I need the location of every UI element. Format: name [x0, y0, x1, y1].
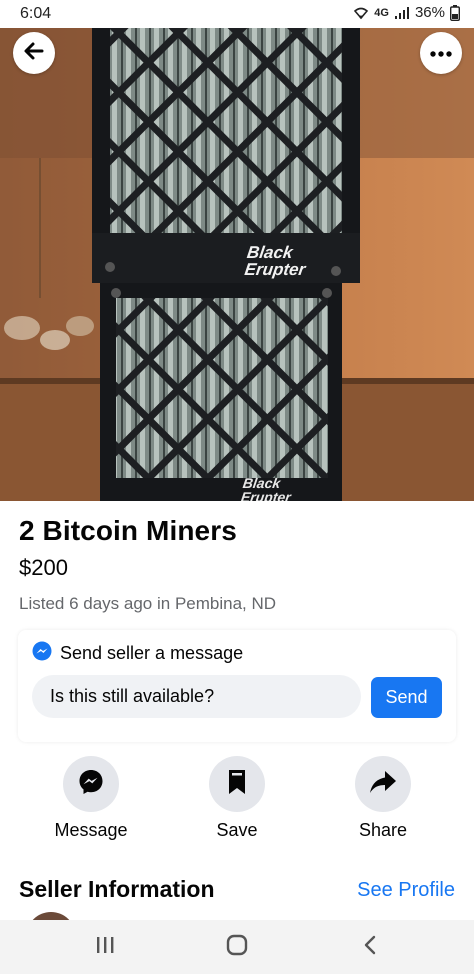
message-action[interactable]: Message: [36, 756, 146, 841]
home-button[interactable]: [217, 932, 257, 962]
system-back-button[interactable]: [350, 932, 390, 962]
share-action-circle[interactable]: [355, 756, 411, 812]
listing-title: 2 Bitcoin Miners: [19, 515, 237, 546]
recent-apps-button[interactable]: [85, 932, 125, 962]
messenger-icon: [77, 768, 105, 801]
message-action-circle[interactable]: [63, 756, 119, 812]
battery-icon: [450, 4, 460, 21]
save-action-label: Save: [216, 820, 258, 840]
see-profile-link[interactable]: See Profile: [357, 879, 455, 902]
listing-price: $200: [19, 555, 68, 580]
message-card-header: Send seller a message: [32, 641, 243, 666]
listing-meta: Listed 6 days ago in Pembina, ND: [19, 594, 277, 613]
status-time: 6:04: [20, 5, 52, 22]
message-action-label: Message: [54, 820, 128, 840]
recent-apps-icon: [95, 936, 115, 959]
message-card-title: Send seller a message: [60, 643, 244, 663]
message-input[interactable]: [32, 675, 361, 718]
home-icon: [226, 934, 248, 961]
status-bar: 6:04 4G 36%: [0, 0, 474, 28]
signal-icon: [394, 6, 410, 20]
listing-photo[interactable]: Black Erupter Black Erupter: [0, 28, 474, 501]
back-button[interactable]: [13, 32, 55, 74]
save-action[interactable]: Save: [182, 756, 292, 841]
brand-logo-top: Black Erupter: [243, 243, 307, 279]
message-seller-card: Send seller a message Send: [18, 630, 456, 742]
status-icons: 4G 36%: [353, 4, 460, 21]
more-dots-icon: [430, 44, 452, 62]
chevron-left-icon: [363, 935, 377, 960]
bookmark-icon: [227, 769, 247, 800]
brand-logo-bottom: Black Erupter: [239, 475, 292, 501]
save-action-circle[interactable]: [209, 756, 265, 812]
battery-percent: 36%: [414, 4, 445, 21]
wifi-icon: [353, 6, 369, 20]
messenger-icon: [32, 641, 52, 666]
arrow-left-icon: [23, 40, 45, 67]
seller-info-heading: Seller Information: [19, 876, 215, 902]
network-label: 4G: [374, 6, 389, 19]
share-arrow-icon: [369, 769, 397, 800]
share-action-label: Share: [358, 820, 408, 840]
send-button[interactable]: Send: [371, 677, 442, 718]
system-nav-bar: [0, 920, 474, 974]
share-action[interactable]: Share: [328, 756, 438, 841]
more-options-button[interactable]: [420, 32, 462, 74]
